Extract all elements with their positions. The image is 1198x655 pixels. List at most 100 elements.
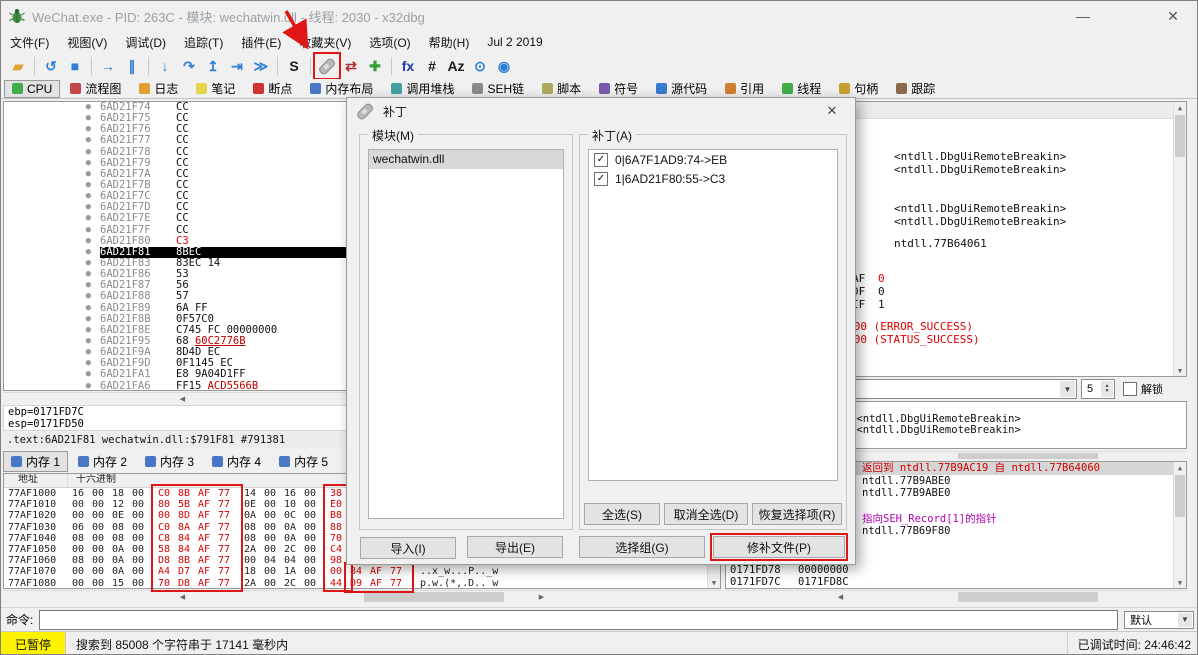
deselect-all-button[interactable]: 取消全选(D) — [664, 503, 748, 525]
unlock-checkbox[interactable] — [1123, 382, 1137, 396]
scroll-down-arrow[interactable]: ▼ — [708, 577, 720, 588]
patch-list-item[interactable]: ✓ 0|6A7F1AD9:74->EB — [589, 150, 837, 169]
breakpoint-dot[interactable]: ● — [4, 314, 100, 325]
scroll-up-arrow[interactable]: ▲ — [1174, 102, 1186, 113]
breakpoint-dot[interactable]: ● — [4, 147, 100, 158]
import-button[interactable]: 导入(I) — [360, 537, 456, 559]
patch-list[interactable]: ✓ 0|6A7F1AD9:74->EB ✓ 1|6AD21F80:55->C3 — [588, 149, 838, 481]
dialog-close-icon[interactable]: ✕ — [818, 100, 846, 122]
close-button[interactable]: ✕ — [1151, 1, 1195, 31]
module-list-item[interactable]: wechatwin.dll — [369, 150, 563, 169]
dump-row[interactable]: 77AF1080 00 00 15 00 70 D8 AF 77 2A 00 2C 00 44 D9 AF 77… — [4, 578, 720, 589]
memory-tab-1[interactable]: 内存 1 — [3, 450, 69, 472]
scroll-left-arrow[interactable]: ◀ — [725, 592, 956, 603]
breakpoint-dot[interactable]: ● — [4, 247, 100, 258]
spinner-arrows-icon[interactable]: ▲ ▼ — [1101, 381, 1113, 397]
menu-item-2[interactable]: 调试(D) — [116, 31, 175, 54]
pause-icon[interactable]: ∥ — [121, 55, 143, 77]
graph-icon[interactable]: ◉ — [493, 55, 515, 77]
scroll-down-arrow[interactable]: ▼ — [1174, 365, 1186, 376]
scroll-thumb[interactable] — [1175, 115, 1185, 157]
tab-call-stack[interactable]: 调用堆栈 — [383, 78, 462, 99]
tab-seh[interactable]: SEH链 — [464, 78, 532, 99]
select-group-button[interactable]: 选择组(G) — [579, 536, 705, 558]
tab-log[interactable]: 日志 — [131, 78, 186, 99]
menu-item-8[interactable]: Jul 2 2019 — [478, 32, 551, 52]
compare-icon[interactable]: ⇄ — [340, 55, 362, 77]
chevron-down-icon[interactable]: ▼ — [1178, 612, 1192, 627]
breakpoint-dot[interactable]: ● — [4, 213, 100, 224]
dump-row[interactable]: 77AF1070 00 00 0A 00 A4 D7 AF 77 18 00 1A 00 00 84 AF 77… — [4, 566, 720, 577]
menu-item-7[interactable]: 帮助(H) — [420, 31, 479, 54]
menu-item-5[interactable]: 收藏夹(V) — [290, 31, 360, 54]
scroll-track[interactable] — [1174, 113, 1186, 365]
scroll-left-arrow[interactable]: ◀ — [3, 592, 362, 603]
patch-dialog-title-bar[interactable]: 补丁 ✕ — [347, 98, 855, 124]
breakpoint-dot[interactable]: ● — [4, 358, 100, 369]
step-over-icon[interactable]: ↷ — [178, 55, 200, 77]
breakpoint-dot[interactable]: ● — [4, 202, 100, 213]
tab-notes[interactable]: 笔记 — [188, 78, 243, 99]
scroll-track[interactable] — [1174, 473, 1186, 577]
breakpoint-dot[interactable]: ● — [4, 369, 100, 380]
scroll-up-arrow[interactable]: ▲ — [1174, 462, 1186, 473]
breakpoint-dot[interactable]: ● — [4, 180, 100, 191]
scroll-thumb[interactable] — [958, 592, 1098, 602]
run-to-user-icon[interactable]: ⇥ — [226, 55, 248, 77]
tab-trace[interactable]: 跟踪 — [888, 78, 943, 99]
patch-checkbox[interactable]: ✓ — [594, 152, 608, 167]
tab-graph[interactable]: 流程图 — [62, 78, 129, 99]
chevron-down-icon[interactable]: ▼ — [1060, 381, 1075, 397]
scroll-down-arrow[interactable]: ▼ — [1174, 577, 1186, 588]
favourites-icon[interactable]: ✚ — [364, 55, 386, 77]
memory-tab-3[interactable]: 内存 3 — [137, 451, 202, 472]
patch-list-item[interactable]: ✓ 1|6AD21F80:55->C3 — [589, 169, 837, 188]
breakpoint-dot[interactable]: ● — [4, 336, 100, 347]
memory-tab-4[interactable]: 内存 4 — [204, 451, 269, 472]
tab-memory-map[interactable]: 内存布局 — [302, 78, 381, 99]
breakpoint-dot[interactable]: ● — [4, 191, 100, 202]
scroll-left-arrow[interactable]: ◀ — [3, 394, 362, 405]
tab-references[interactable]: 引用 — [717, 78, 772, 99]
scroll-thumb[interactable] — [1175, 475, 1185, 517]
argument-count-spinner[interactable]: 5 ▲ ▼ — [1081, 379, 1115, 399]
tab-symbols[interactable]: 符号 — [591, 78, 646, 99]
scroll-thumb[interactable] — [958, 453, 1098, 459]
breakpoint-dot[interactable]: ● — [4, 158, 100, 169]
export-button[interactable]: 导出(E) — [467, 536, 563, 558]
memory-tab-2[interactable]: 内存 2 — [70, 451, 135, 472]
stack-row[interactable]: 0171FD78 00000000 — [726, 564, 1186, 577]
command-input[interactable] — [39, 609, 1118, 630]
stack-vscrollbar[interactable]: ▲ ▼ — [1173, 462, 1186, 588]
select-all-button[interactable]: 全选(S) — [584, 503, 660, 525]
az-icon[interactable]: Az — [445, 55, 467, 77]
breakpoint-dot[interactable]: ● — [4, 347, 100, 358]
breakpoint-dot[interactable]: ● — [4, 113, 100, 124]
dump-hscrollbar[interactable]: ◀ ▶ — [3, 590, 721, 603]
patch-file-button[interactable]: 修补文件(P) — [710, 533, 848, 561]
unlock-option[interactable]: 解锁 — [1123, 381, 1163, 397]
menu-item-6[interactable]: 选项(O) — [360, 31, 419, 54]
step-out-icon[interactable]: ↥ — [202, 55, 224, 77]
menu-item-0[interactable]: 文件(F) — [1, 31, 58, 54]
breakpoint-dot[interactable]: ● — [4, 102, 100, 113]
tab-breakpoints[interactable]: 断点 — [245, 78, 300, 99]
tab-cpu[interactable]: CPU — [4, 79, 61, 98]
breakpoint-dot[interactable]: ● — [4, 236, 100, 247]
tab-source[interactable]: 源代码 — [648, 78, 715, 99]
stack-row[interactable]: 0171FD7C 0171FD8C — [726, 576, 1186, 588]
scroll-thumb[interactable] — [364, 592, 504, 602]
patch-checkbox[interactable]: ✓ — [594, 171, 608, 186]
registers-vscrollbar[interactable]: ▲ ▼ — [1173, 102, 1186, 376]
breakpoint-dot[interactable]: ● — [4, 225, 100, 236]
strings-icon[interactable]: S — [283, 55, 305, 77]
breakpoint-dot[interactable]: ● — [4, 291, 100, 302]
run-icon[interactable]: → — [97, 55, 119, 77]
restore-selection-button[interactable]: 恢复选择项(R) — [752, 503, 842, 525]
stop-icon[interactable]: ■ — [64, 55, 86, 77]
memory-tab-5[interactable]: 内存 5 — [271, 451, 336, 472]
breakpoint-dot[interactable]: ● — [4, 303, 100, 314]
tab-threads[interactable]: 线程 — [774, 78, 829, 99]
step-into-icon[interactable]: ↓ — [154, 55, 176, 77]
menu-item-1[interactable]: 视图(V) — [58, 31, 116, 54]
